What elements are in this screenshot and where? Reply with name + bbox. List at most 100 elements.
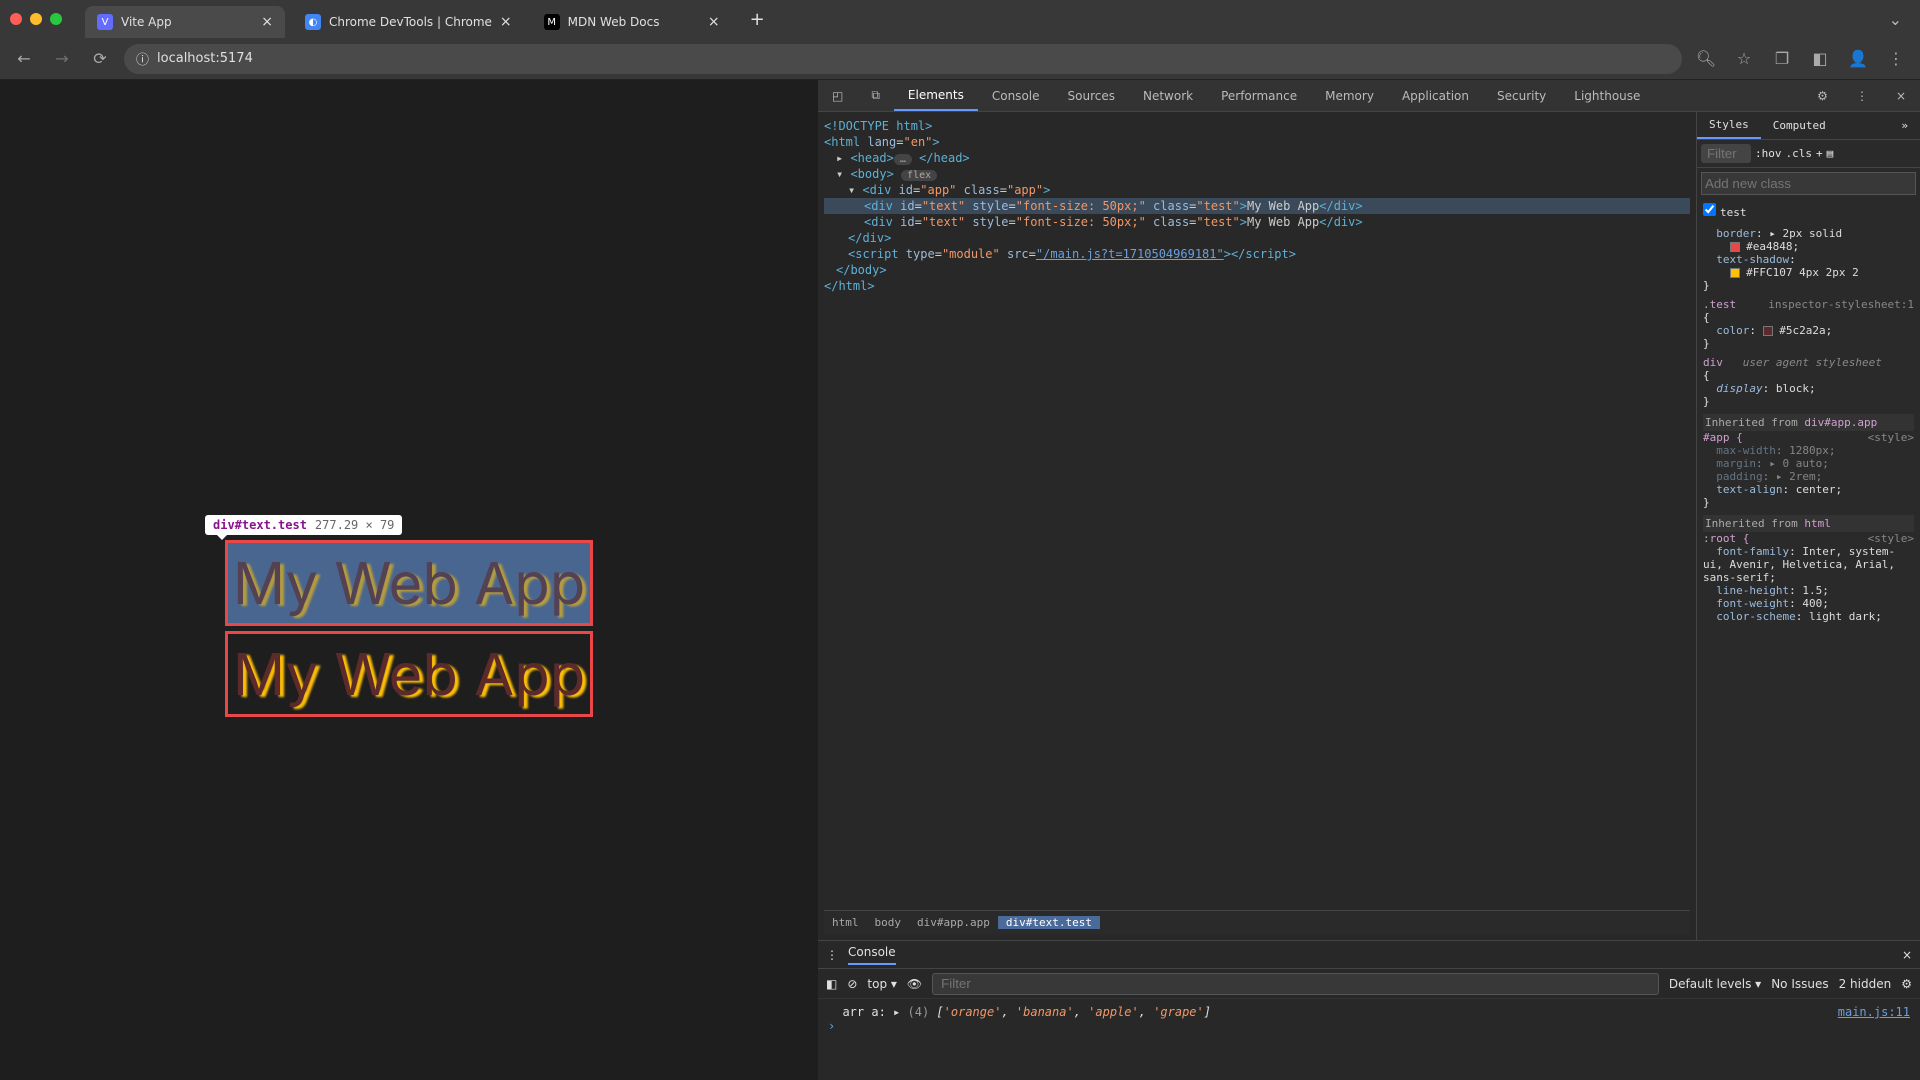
close-icon[interactable]: × bbox=[500, 14, 512, 30]
paint-icon[interactable]: ▤ bbox=[1827, 147, 1834, 160]
source-link[interactable]: main.js:11 bbox=[1838, 1005, 1910, 1019]
style-rule[interactable]: :root { <style> font-family: Inter, syst… bbox=[1703, 532, 1914, 623]
hov-toggle[interactable]: :hov bbox=[1755, 147, 1782, 160]
sidepanel-icon[interactable]: ◧ bbox=[1806, 45, 1834, 73]
dom-node[interactable]: </body> bbox=[824, 262, 1690, 278]
style-rule[interactable]: div user agent stylesheet { display: blo… bbox=[1703, 356, 1914, 408]
tab-console[interactable]: Console bbox=[978, 80, 1054, 111]
tab-sources[interactable]: Sources bbox=[1054, 80, 1129, 111]
close-icon[interactable]: × bbox=[1902, 948, 1912, 962]
close-icon[interactable]: × bbox=[261, 14, 273, 30]
dom-node[interactable]: <!DOCTYPE html> bbox=[824, 118, 1690, 134]
context-select[interactable]: top ▾ bbox=[867, 977, 897, 991]
page-viewport: div#text.test 277.29 × 79 My Web App My … bbox=[0, 80, 818, 1080]
tooltip-selector: div#text.test bbox=[213, 518, 307, 532]
tab-performance[interactable]: Performance bbox=[1207, 80, 1311, 111]
styles-panel: Styles Computed » :hov .cls + ▤ test bor… bbox=[1696, 112, 1920, 940]
mdn-icon: M bbox=[544, 14, 560, 30]
class-checkbox[interactable]: test bbox=[1703, 206, 1747, 219]
profile-icon[interactable]: 👤 bbox=[1844, 45, 1872, 73]
forward-button[interactable]: → bbox=[48, 45, 76, 73]
close-icon[interactable]: × bbox=[708, 14, 720, 30]
window-controls bbox=[10, 13, 62, 25]
console-filter-input[interactable] bbox=[932, 973, 1659, 995]
crumb[interactable]: html bbox=[824, 916, 867, 929]
url-input[interactable]: ⓘ localhost:5174 bbox=[124, 44, 1682, 74]
devtools-panel: ◰ ⧉ Elements Console Sources Network Per… bbox=[818, 80, 1920, 1080]
crumb[interactable]: body bbox=[867, 916, 910, 929]
back-button[interactable]: ← bbox=[10, 45, 38, 73]
minimize-window[interactable] bbox=[30, 13, 42, 25]
style-rule[interactable]: .test inspector-stylesheet:1 { color: #5… bbox=[1703, 298, 1914, 350]
more-icon[interactable]: » bbox=[1889, 112, 1920, 139]
browser-tab[interactable]: M MDN Web Docs × bbox=[532, 6, 732, 38]
tab-title: MDN Web Docs bbox=[568, 15, 660, 29]
browser-tab-active[interactable]: V Vite App × bbox=[85, 6, 285, 38]
style-rule[interactable]: border: ▸ 2px solid #ea4848; text-shadow… bbox=[1703, 227, 1914, 292]
chevron-down-icon[interactable]: ⌄ bbox=[1881, 10, 1910, 29]
tab-title: Chrome DevTools | Chrome bbox=[329, 15, 492, 29]
dom-node[interactable]: </html> bbox=[824, 278, 1690, 294]
plus-icon[interactable]: + bbox=[1816, 147, 1823, 160]
webapp-element[interactable]: My Web App bbox=[225, 631, 593, 717]
tab-styles[interactable]: Styles bbox=[1697, 112, 1761, 139]
tab-title: Vite App bbox=[121, 15, 172, 29]
console-tab[interactable]: Console bbox=[848, 945, 896, 965]
extensions-icon[interactable]: ❐ bbox=[1768, 45, 1796, 73]
inspect-icon[interactable]: ◰ bbox=[818, 80, 857, 111]
gear-icon[interactable]: ⚙ bbox=[1803, 80, 1842, 111]
tab-security[interactable]: Security bbox=[1483, 80, 1560, 111]
highlighted-element[interactable]: My Web App bbox=[225, 540, 593, 626]
inspector-tooltip: div#text.test 277.29 × 79 bbox=[205, 515, 402, 535]
tab-computed[interactable]: Computed bbox=[1761, 112, 1838, 139]
tab-lighthouse[interactable]: Lighthouse bbox=[1560, 80, 1654, 111]
tab-memory[interactable]: Memory bbox=[1311, 80, 1388, 111]
chrome-icon: ◐ bbox=[305, 14, 321, 30]
hidden-label[interactable]: 2 hidden bbox=[1839, 977, 1892, 991]
url-text: localhost:5174 bbox=[157, 51, 253, 66]
dom-node[interactable]: ▸ <head>… </head> bbox=[824, 150, 1690, 166]
add-class-input[interactable] bbox=[1701, 172, 1916, 195]
bookmark-icon[interactable]: ☆ bbox=[1730, 45, 1758, 73]
tab-network[interactable]: Network bbox=[1129, 80, 1207, 111]
vite-icon: V bbox=[97, 14, 113, 30]
issues-label[interactable]: No Issues bbox=[1771, 977, 1828, 991]
eye-icon[interactable]: 👁 bbox=[907, 977, 922, 991]
tab-application[interactable]: Application bbox=[1388, 80, 1483, 111]
info-icon[interactable]: ⓘ bbox=[136, 49, 149, 68]
dom-node-selected[interactable]: <div id="text" style="font-size: 50px;" … bbox=[824, 198, 1690, 214]
console-drawer: ⋮ Console × ◧ ⊘ top ▾ 👁 Default levels ▾… bbox=[818, 940, 1920, 1080]
dom-node[interactable]: <div id="text" style="font-size: 50px;" … bbox=[824, 214, 1690, 230]
webapp-text: My Web App bbox=[233, 639, 585, 709]
clear-icon[interactable]: ⊘ bbox=[847, 977, 857, 991]
device-icon[interactable]: ⧉ bbox=[857, 80, 894, 111]
console-output[interactable]: arr a: ▸ (4) ['orange', 'banana', 'apple… bbox=[818, 999, 1920, 1080]
more-icon[interactable]: ⋮ bbox=[1842, 80, 1882, 111]
maximize-window[interactable] bbox=[50, 13, 62, 25]
dom-node[interactable]: <html lang="en"> bbox=[824, 134, 1690, 150]
dom-node[interactable]: <script type="module" src="/main.js?t=17… bbox=[824, 246, 1690, 262]
new-tab-button[interactable]: + bbox=[740, 9, 775, 30]
crumb[interactable]: div#app.app bbox=[909, 916, 998, 929]
styles-filter-input[interactable] bbox=[1701, 144, 1751, 163]
devtools-tabs: ◰ ⧉ Elements Console Sources Network Per… bbox=[818, 80, 1920, 112]
address-bar: ← → ⟳ ⓘ localhost:5174 🔍︎ ☆ ❐ ◧ 👤 ⋮ bbox=[0, 38, 1920, 80]
browser-tab[interactable]: ◐ Chrome DevTools | Chrome × bbox=[293, 6, 524, 38]
more-icon[interactable]: ⋮ bbox=[826, 948, 838, 962]
search-icon[interactable]: 🔍︎ bbox=[1692, 45, 1720, 73]
crumb-active[interactable]: div#text.test bbox=[998, 916, 1100, 929]
dom-node[interactable]: ▾ <div id="app" class="app"> bbox=[824, 182, 1690, 198]
elements-tree[interactable]: <!DOCTYPE html> <html lang="en"> ▸ <head… bbox=[818, 112, 1696, 940]
reload-button[interactable]: ⟳ bbox=[86, 45, 114, 73]
sidebar-icon[interactable]: ◧ bbox=[826, 977, 837, 991]
dom-node[interactable]: </div> bbox=[824, 230, 1690, 246]
menu-icon[interactable]: ⋮ bbox=[1882, 45, 1910, 73]
close-window[interactable] bbox=[10, 13, 22, 25]
levels-select[interactable]: Default levels ▾ bbox=[1669, 977, 1761, 991]
dom-node[interactable]: ▾ <body> flex bbox=[824, 166, 1690, 182]
tab-elements[interactable]: Elements bbox=[894, 80, 978, 111]
close-devtools-icon[interactable]: × bbox=[1882, 80, 1920, 111]
cls-toggle[interactable]: .cls bbox=[1786, 147, 1813, 160]
style-rule[interactable]: #app { <style> max-width: 1280px; margin… bbox=[1703, 431, 1914, 509]
gear-icon[interactable]: ⚙ bbox=[1901, 977, 1912, 991]
